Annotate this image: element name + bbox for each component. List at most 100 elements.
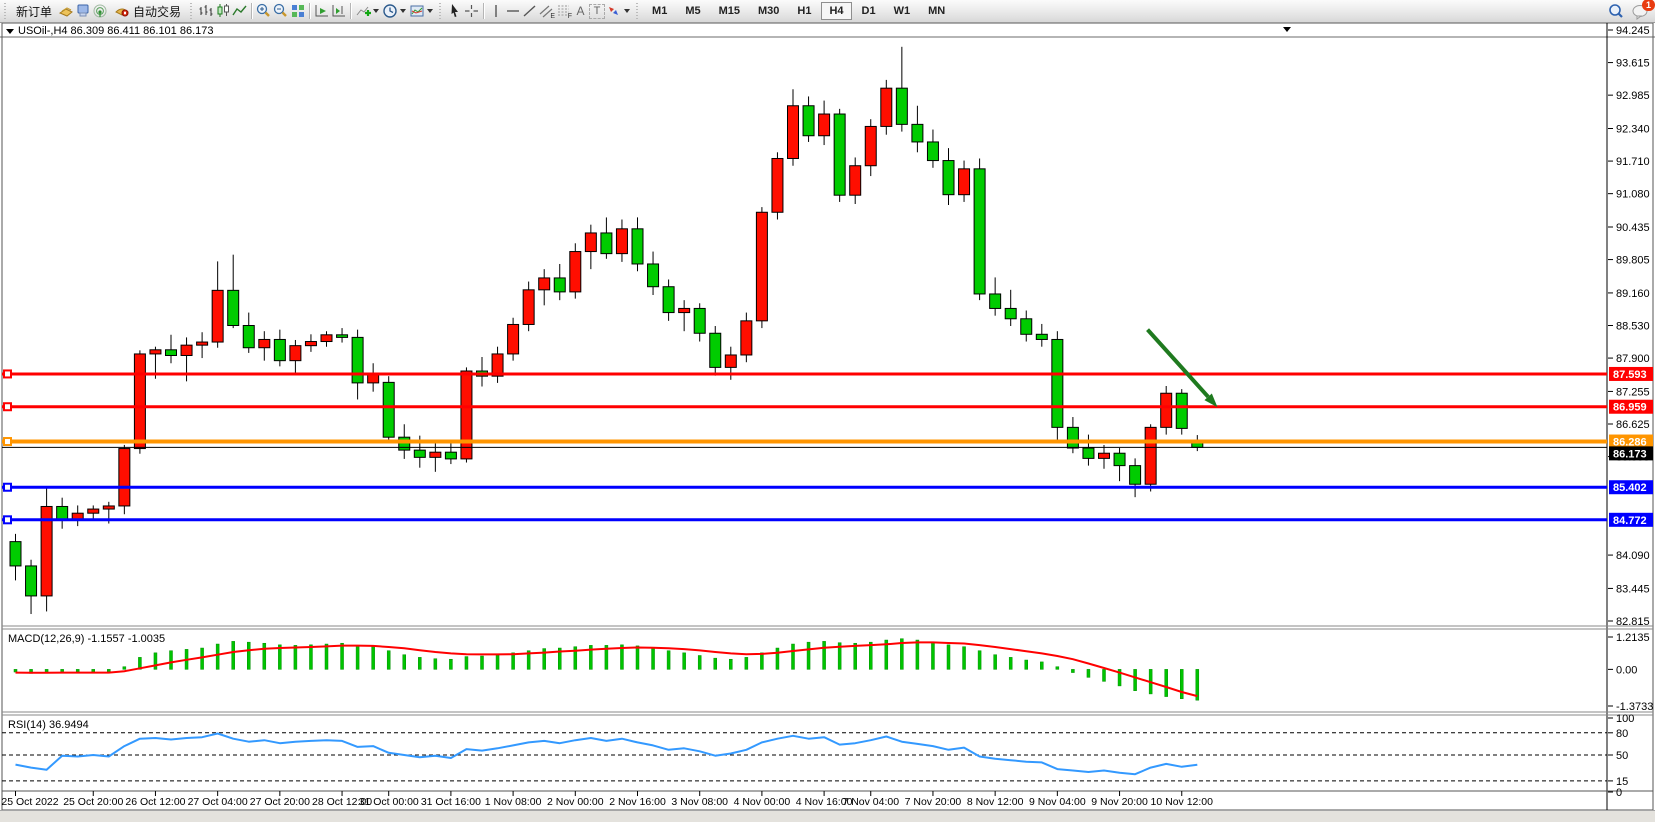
candle-body [850, 166, 861, 195]
new-order-button[interactable]: 新订单 [11, 0, 57, 22]
chart-shift-icon[interactable] [330, 3, 347, 19]
line-chart-icon[interactable] [231, 3, 248, 19]
candle-body [803, 106, 814, 136]
rsi-label: RSI(14) 36.9494 [8, 719, 89, 731]
svg-text:92.340: 92.340 [1616, 124, 1650, 136]
hline-handle[interactable] [4, 484, 11, 491]
market-watch-icon[interactable] [74, 3, 91, 19]
templates-icon[interactable] [408, 3, 425, 19]
candle-body [943, 161, 954, 195]
trendline-icon[interactable] [521, 3, 538, 19]
candle-body [1052, 339, 1063, 427]
signal-icon[interactable] [91, 3, 108, 19]
candle-body [616, 229, 627, 254]
zoom-in-icon[interactable] [255, 3, 272, 19]
svg-text:2 Nov 16:00: 2 Nov 16:00 [609, 796, 666, 808]
timeframe-m30[interactable]: M30 [750, 2, 787, 20]
periods-clock-icon[interactable] [381, 3, 398, 19]
candle-body [352, 337, 363, 383]
timeframe-h1[interactable]: H1 [789, 2, 819, 20]
cursor-icon[interactable] [446, 3, 463, 19]
horizontal-line-icon[interactable] [504, 3, 521, 19]
tile-windows-icon[interactable] [289, 3, 306, 19]
hline-handle[interactable] [4, 516, 11, 523]
chart-canvas[interactable]: 94.24593.61592.98592.34091.71091.08090.4… [0, 22, 1655, 822]
indicators-dropdown-caret[interactable] [373, 9, 379, 13]
timeframe-w1[interactable]: W1 [886, 2, 919, 20]
timeframe-m15[interactable]: M15 [711, 2, 748, 20]
periods-dropdown-caret[interactable] [400, 9, 406, 13]
crosshair-icon[interactable] [463, 3, 480, 19]
fibonacci-icon[interactable]: F [555, 3, 572, 19]
candle-body [819, 114, 830, 136]
candle-body [119, 449, 130, 506]
main-toolbar: 新订单 自动交易 [0, 0, 1655, 23]
search-icon[interactable] [1607, 3, 1624, 19]
auto-trading-button[interactable]: 自动交易 [108, 0, 186, 22]
timeframe-d1[interactable]: D1 [854, 2, 884, 20]
candle-body [772, 158, 783, 212]
svg-text:-1.3733: -1.3733 [1616, 701, 1653, 713]
hline-handle[interactable] [4, 370, 11, 377]
status-bar [0, 810, 1655, 822]
svg-text:87.900: 87.900 [1616, 353, 1650, 365]
candle-body [974, 169, 985, 294]
channel-icon[interactable]: E [538, 3, 555, 19]
new-chart-icon[interactable] [57, 3, 74, 19]
chart-title-text: USOil-,H4 86.309 86.411 86.101 86.173 [18, 25, 214, 37]
svg-text:89.160: 89.160 [1616, 288, 1650, 300]
candle-body [679, 308, 690, 312]
toolbar-separator [350, 3, 351, 19]
timeframe-m1[interactable]: M1 [644, 2, 675, 20]
vertical-line-icon[interactable] [487, 3, 504, 19]
candle-body [694, 308, 705, 333]
templates-dropdown-caret[interactable] [427, 9, 433, 13]
chat-icon[interactable]: 1 [1632, 3, 1649, 19]
candle-body [1130, 466, 1141, 485]
candle-body [663, 287, 674, 313]
candle-body [523, 290, 534, 325]
indicators-icon[interactable] [354, 3, 371, 19]
price-badge-86.173: 86.173 [1609, 446, 1653, 460]
candle-body [103, 506, 114, 509]
zoom-out-icon[interactable] [272, 3, 289, 19]
hline-handle[interactable] [4, 403, 11, 410]
svg-text:25 Oct 20:00: 25 Oct 20:00 [63, 796, 123, 808]
svg-text:1 Nov 08:00: 1 Nov 08:00 [485, 796, 542, 808]
hline-handle[interactable] [4, 438, 11, 445]
timeframe-mn[interactable]: MN [920, 2, 953, 20]
text-icon[interactable]: A [572, 3, 589, 19]
text-icon-letter: A [577, 4, 585, 18]
chart-title-collapse-icon[interactable] [6, 29, 14, 34]
timeframe-h4[interactable]: H4 [821, 2, 851, 20]
svg-text:90.435: 90.435 [1616, 222, 1650, 234]
candle-body [539, 278, 550, 290]
svg-text:2 Nov 00:00: 2 Nov 00:00 [547, 796, 604, 808]
candle-body [570, 252, 581, 292]
chart-window-menu-icon[interactable] [1283, 27, 1291, 32]
candle-body [725, 355, 736, 367]
arrows-dropdown-caret[interactable] [624, 9, 630, 13]
text-label-icon[interactable]: T [589, 4, 605, 19]
notification-badge: 1 [1642, 0, 1655, 11]
toolbar-grip [188, 3, 195, 19]
candle-body [1114, 453, 1125, 465]
svg-text:94.245: 94.245 [1616, 25, 1650, 37]
svg-text:86.625: 86.625 [1616, 419, 1650, 431]
candle-body [243, 326, 254, 348]
candle-body [912, 124, 923, 142]
timeframe-m5[interactable]: M5 [677, 2, 708, 20]
candle-body [1021, 319, 1032, 335]
candle-body [445, 452, 456, 459]
bar-chart-icon[interactable] [197, 3, 214, 19]
candle-body [1083, 448, 1094, 458]
auto-scroll-icon[interactable] [313, 3, 330, 19]
toolbar-separator [309, 3, 310, 19]
candlestick-chart-icon[interactable] [214, 3, 231, 19]
macd-label: MACD(12,26,9) -1.1557 -1.0035 [8, 633, 165, 645]
candle-body [1067, 427, 1078, 448]
svg-text:10 Nov 12:00: 10 Nov 12:00 [1151, 796, 1214, 808]
arrows-icon[interactable] [605, 3, 622, 19]
svg-text:7 Nov 20:00: 7 Nov 20:00 [905, 796, 962, 808]
svg-text:89.805: 89.805 [1616, 255, 1650, 267]
